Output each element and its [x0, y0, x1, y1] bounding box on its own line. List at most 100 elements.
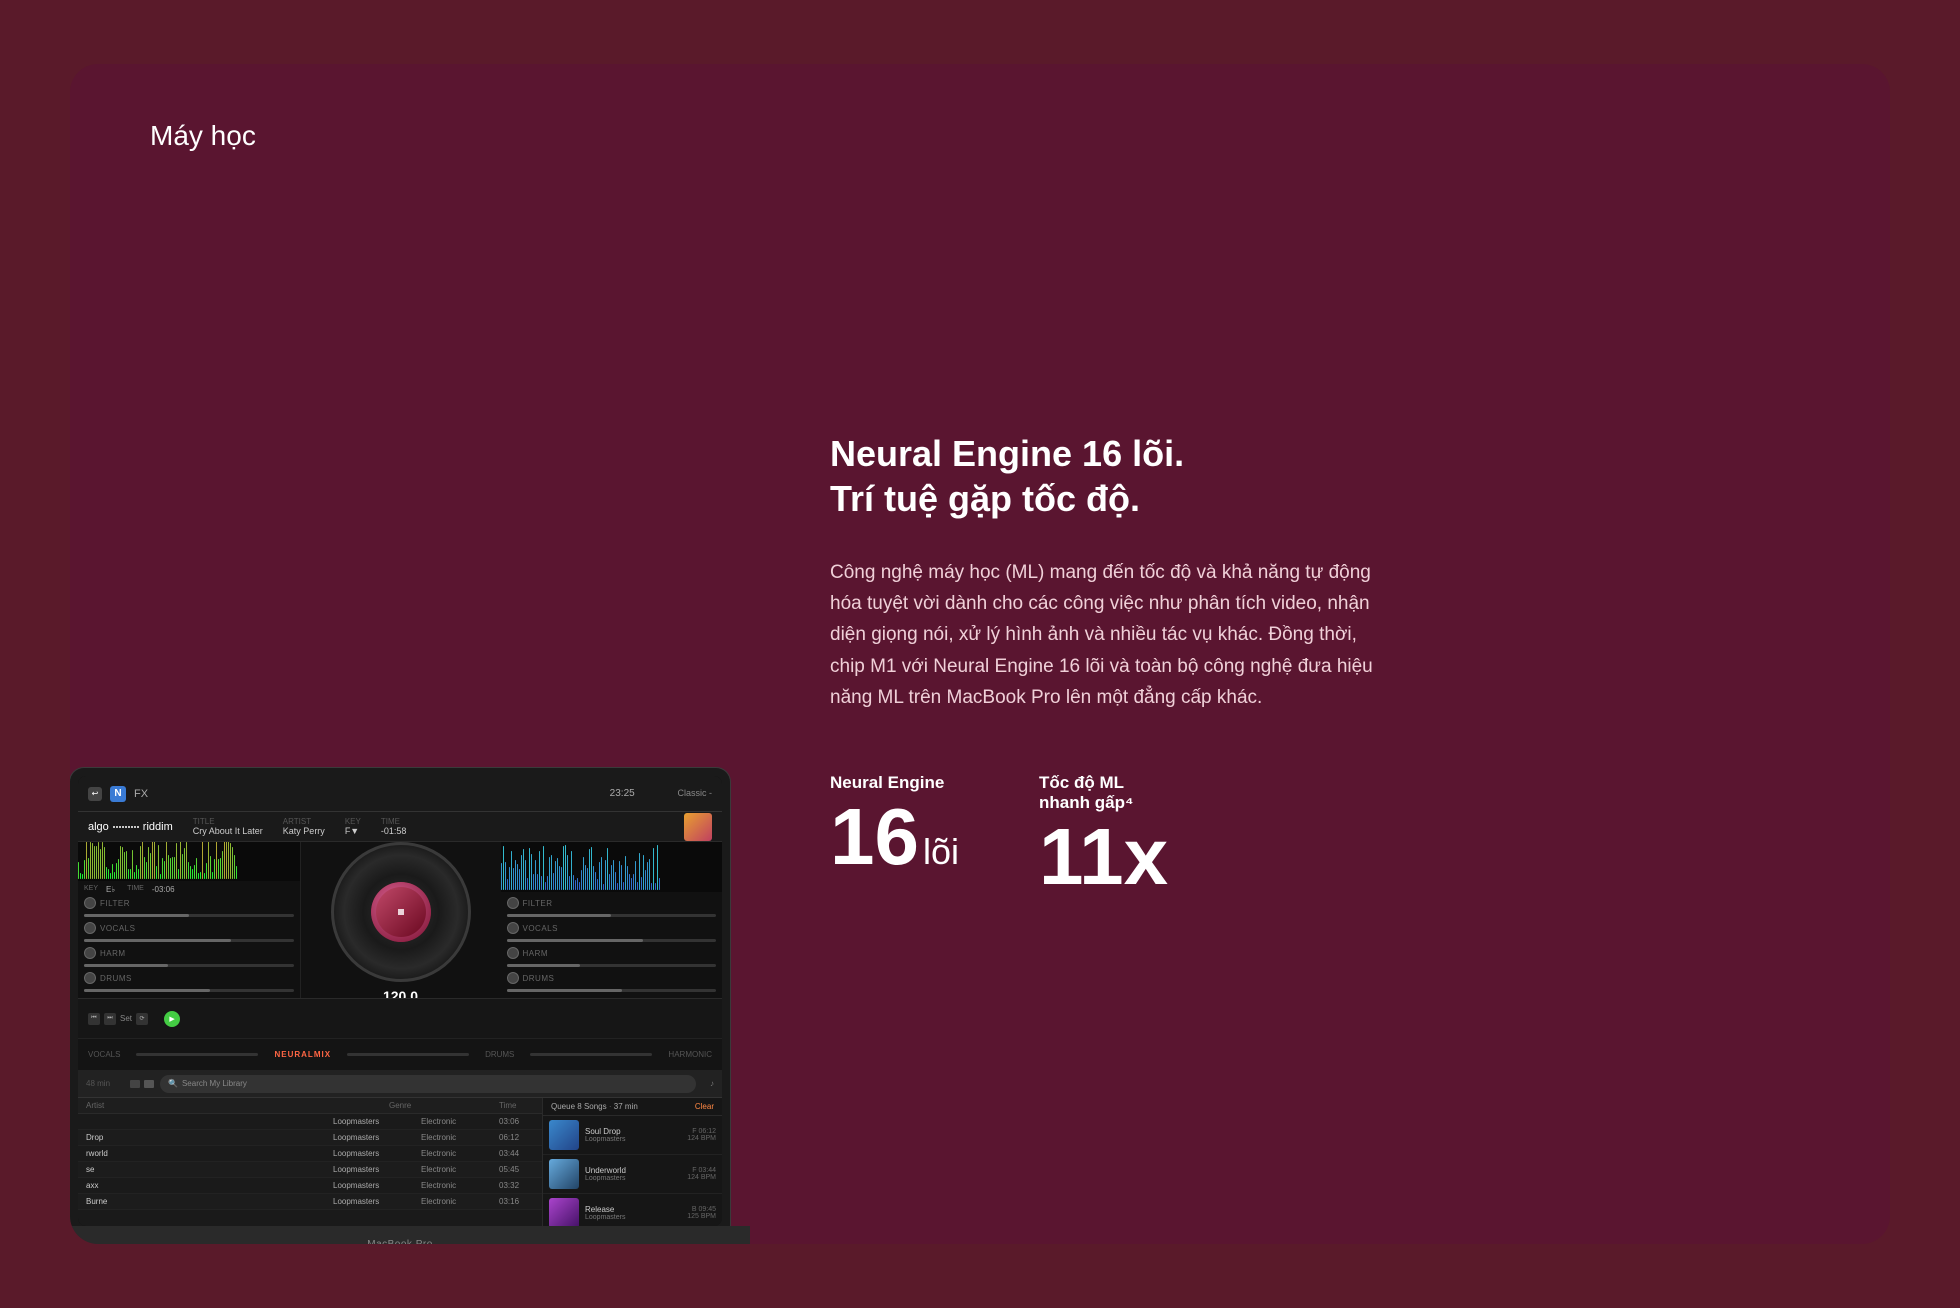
harm-slider-right: [507, 964, 717, 967]
stat-ml-speed: Tốc độ ML nhanh gấp⁴ 11x: [1039, 773, 1168, 897]
deck-left-controls: KEY E♭ TIME -03:06 FILTER: [78, 881, 300, 998]
harm-slider-left: [84, 964, 294, 967]
library-row[interactable]: se Loopmasters Electronic 05:45: [78, 1162, 542, 1178]
music-note-icon: ♪: [710, 1079, 714, 1088]
library-row[interactable]: rworld Loopmasters Electronic 03:44: [78, 1146, 542, 1162]
queue-info: Underworld Loopmasters: [585, 1166, 681, 1182]
queue-clear-button[interactable]: Clear: [695, 1102, 714, 1111]
harmonic-neural-slider[interactable]: [530, 1053, 652, 1056]
filter-slider-left: [84, 914, 294, 917]
library-row[interactable]: axx Loopmasters Electronic 03:32: [78, 1178, 542, 1194]
song-meta: TITLE Cry About It Later ARTIST Katy Per…: [193, 817, 407, 836]
song-key-meta: KEY F▼: [345, 817, 361, 836]
drums-neural-slider[interactable]: [347, 1053, 469, 1056]
deck-left-drums: DRUMS: [84, 971, 294, 985]
turntable-area: SYNC: [301, 842, 501, 998]
library-main-list: Artist Genre Time Loopmasters Electronic: [78, 1098, 542, 1226]
topbar-fx-label: FX: [134, 788, 148, 800]
ml-speed-label: Tốc độ ML nhanh gấp⁴: [1039, 773, 1168, 813]
dj-app: ↩ N FX 23:25 Classic - algo: [78, 776, 722, 1226]
vocals-slider-left: [84, 939, 294, 942]
deck-left-waveform: [78, 842, 300, 881]
queue-item[interactable]: Soul Drop Loopmasters F 06:12 124 BPM: [543, 1116, 722, 1155]
back-btn[interactable]: ⏮: [88, 1013, 100, 1025]
macbook-wrapper: ↩ N FX 23:25 Classic - algo: [70, 768, 750, 1244]
neural-engine-value: 16 lõi: [830, 797, 959, 877]
topbar-mode: Classic -: [677, 788, 712, 798]
deck-left-harm: HARM: [84, 946, 294, 960]
body-text: Công nghệ máy học (ML) mang đến tốc độ v…: [830, 557, 1390, 714]
queue-artwork: [549, 1159, 579, 1189]
library-time: 48 min: [86, 1079, 116, 1088]
queue-info: Soul Drop Loopmasters: [585, 1127, 681, 1143]
macbook-label: MacBook Pro: [367, 1239, 433, 1244]
song-artist-meta: ARTIST Katy Perry: [283, 817, 325, 836]
neural-mix-bar: VOCALS NEURALMIX DRUMS HARMONIC: [78, 1038, 722, 1070]
library-content: Artist Genre Time Loopmasters Electronic: [78, 1098, 722, 1226]
forward-btn[interactable]: ⏭: [104, 1013, 116, 1025]
set-label: Set: [120, 1014, 132, 1023]
drums-slider-left: [84, 989, 294, 992]
queue-label: Queue 8 Songs · 37 min: [551, 1102, 638, 1111]
queue-item[interactable]: Release Loopmasters B 09:45 125 BPM: [543, 1194, 722, 1226]
filter-knob-left: [84, 897, 96, 909]
dj-library: 48 min 🔍 Search My Library ♪: [78, 1070, 722, 1226]
queue-item[interactable]: Underworld Loopmasters F 03:44 124 BPM: [543, 1155, 722, 1194]
stat-neural-engine: Neural Engine 16 lõi: [830, 773, 959, 897]
waveform-left: [78, 842, 300, 881]
vocals-slider-right: [507, 939, 717, 942]
song-title-meta: TITLE Cry About It Later: [193, 817, 263, 836]
grid-icon[interactable]: [130, 1080, 140, 1088]
artwork-thumbnail: [684, 813, 712, 841]
drums-knob-right: [507, 972, 519, 984]
search-input[interactable]: 🔍 Search My Library: [160, 1075, 696, 1093]
list-icon[interactable]: [144, 1080, 154, 1088]
deck-left-key-time: KEY E♭ TIME -03:06: [84, 885, 294, 894]
algoriddim-logo: algo riddim: [88, 821, 173, 833]
main-heading: Neural Engine 16 lõi. Trí tuệ gặp tốc độ…: [830, 431, 1820, 521]
topbar-time: 23:25 Classic -: [610, 788, 712, 799]
macbook-screen-outer: ↩ N FX 23:25 Classic - algo: [70, 768, 730, 1226]
filter-knob-right: [507, 897, 519, 909]
stats-row: Neural Engine 16 lõi Tốc độ ML nhanh gấp…: [830, 773, 1820, 897]
topbar-n-badge: N: [110, 786, 126, 802]
loop-btn[interactable]: ⟳: [136, 1013, 148, 1025]
library-row[interactable]: Loopmasters Electronic 03:06: [78, 1114, 542, 1130]
transport-controls: ⏮ ⏭ Set ⟳: [88, 1013, 148, 1025]
deck-right-vocals: VOCALS: [507, 921, 717, 935]
library-row[interactable]: Burne Loopmasters Electronic 03:16: [78, 1194, 542, 1210]
deck-left-vocals: VOCALS: [84, 921, 294, 935]
library-row[interactable]: Drop Loopmasters Electronic 06:12: [78, 1130, 542, 1146]
bpm-display: 120.0: [383, 988, 418, 999]
turntable-label: [371, 882, 431, 942]
dj-decks: KEY E♭ TIME -03:06 FILTER: [78, 842, 722, 998]
main-card: Máy học ↩ N FX 23:25 Classic -: [70, 64, 1890, 1244]
library-search-bar: 48 min 🔍 Search My Library ♪: [78, 1070, 722, 1098]
dj-topbar: ↩ N FX 23:25 Classic -: [78, 776, 722, 812]
queue-artwork: [549, 1120, 579, 1150]
right-content: Neural Engine 16 lõi. Trí tuệ gặp tốc độ…: [750, 64, 1890, 1244]
neuralmix-label: NEURALMIX: [274, 1050, 331, 1059]
queue-meta: F 03:44 124 BPM: [687, 1167, 716, 1181]
drums-slider-right: [507, 989, 717, 992]
vocals-label-neural: VOCALS: [88, 1050, 120, 1059]
queue-meta: F 06:12 124 BPM: [687, 1128, 716, 1142]
search-icon: 🔍: [168, 1079, 178, 1088]
queue-meta: B 09:45 125 BPM: [687, 1206, 716, 1220]
dj-fx-section: ⏮ ⏭ Set ⟳ ▶: [78, 998, 722, 1038]
library-queue: Queue 8 Songs · 37 min Clear: [542, 1098, 722, 1226]
drums-knob-left: [84, 972, 96, 984]
play-button[interactable]: ▶: [164, 1011, 180, 1027]
harmonic-label-neural: HARMONIC: [668, 1050, 712, 1059]
deck-right-drums: DRUMS: [507, 971, 717, 985]
vocals-neural-slider[interactable]: [136, 1053, 258, 1056]
neural-engine-label: Neural Engine: [830, 773, 959, 793]
vocals-knob-right: [507, 922, 519, 934]
macbook-screen: ↩ N FX 23:25 Classic - algo: [78, 776, 722, 1226]
deck-right-waveform: [501, 842, 723, 892]
macbook-section: ↩ N FX 23:25 Classic - algo: [70, 64, 750, 1244]
vocals-knob-left: [84, 922, 96, 934]
ml-speed-value: 11x: [1039, 817, 1168, 897]
deck-right-filter: FILTER: [507, 896, 717, 910]
drums-label-neural: DRUMS: [485, 1050, 514, 1059]
